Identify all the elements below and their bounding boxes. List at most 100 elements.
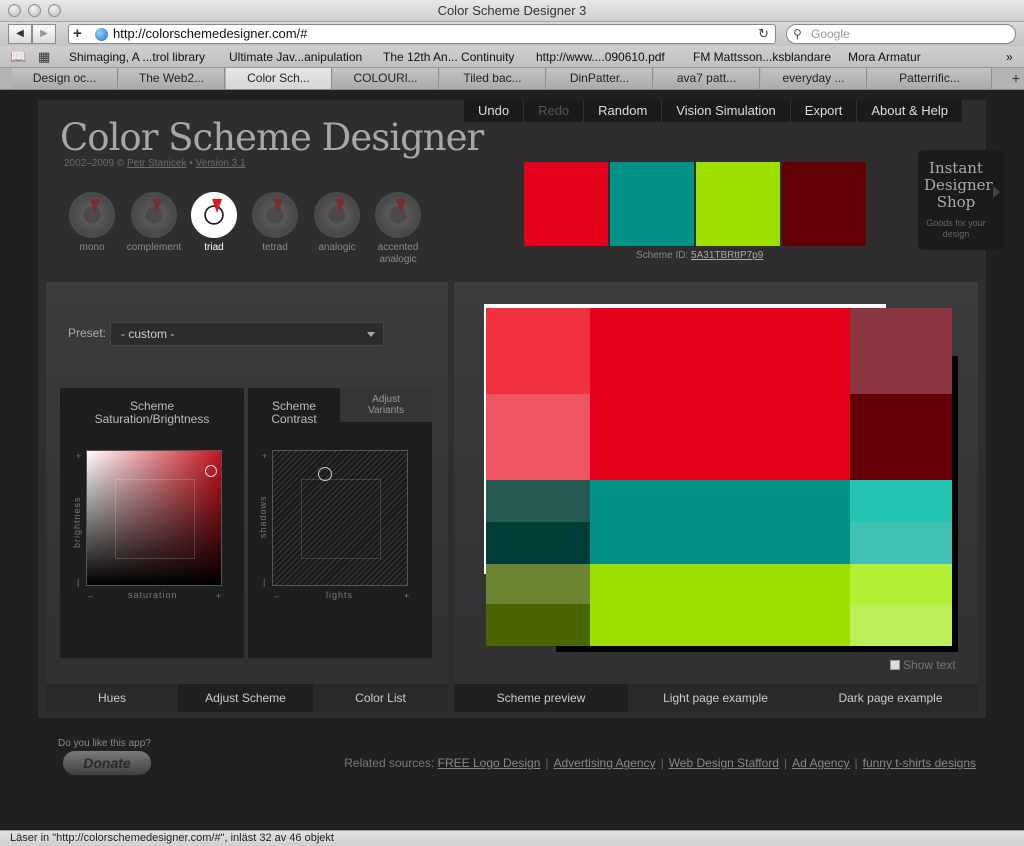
preview-cell[interactable] <box>850 308 952 394</box>
donate-button[interactable]: Donate <box>62 750 152 776</box>
preview-cell[interactable] <box>590 308 850 480</box>
scheme-swatch[interactable] <box>610 162 694 246</box>
saturation-brightness-field[interactable] <box>86 450 222 586</box>
tab-scheme-contrast[interactable]: Scheme Contrast <box>248 388 340 426</box>
dial-accented-analogic[interactable]: accented analogic <box>365 192 431 266</box>
search-icon: ⚲ <box>793 27 802 41</box>
browser-tab[interactable]: COLOURl... <box>333 68 439 89</box>
new-tab-icon[interactable]: + <box>1012 68 1020 89</box>
preview-cell[interactable] <box>850 480 952 522</box>
bookmark-item[interactable]: Mora Armatur <box>848 46 921 68</box>
related-label: Related sources: <box>344 756 435 770</box>
preview-cell[interactable] <box>486 394 590 480</box>
preset-label: Preset: <box>68 326 107 340</box>
browser-tab[interactable]: DinPatter... <box>547 68 653 89</box>
author-link[interactable]: Petr Stanicek <box>127 158 186 169</box>
minimize-window-button[interactable] <box>28 4 41 17</box>
search-field[interactable]: ⚲ Google <box>786 24 1016 44</box>
related-link[interactable]: Web Design Stafford <box>669 756 779 770</box>
tab-adjust-variants[interactable]: Adjust Variants <box>340 388 432 422</box>
browser-tabs: Design oc... The Web2... Color Sch... CO… <box>0 68 1024 90</box>
dial-triad[interactable]: triad <box>181 192 247 254</box>
version-link[interactable]: Version 3.1 <box>196 158 246 169</box>
default-range-box <box>115 479 195 559</box>
preview-cell[interactable] <box>850 564 952 604</box>
dial-complement[interactable]: complement <box>121 192 187 254</box>
preview-cell[interactable] <box>850 394 952 480</box>
related-link[interactable]: funny t-shirts designs <box>863 756 976 770</box>
tab-adjust-scheme[interactable]: Adjust Scheme <box>178 684 313 712</box>
scheme-swatch[interactable] <box>696 162 780 246</box>
address-bar[interactable]: + http://colorschemedesigner.com/# ↻ <box>68 24 776 44</box>
browser-tab-active[interactable]: Color Sch... <box>226 68 332 89</box>
preview-cell[interactable] <box>486 564 590 604</box>
bookmark-item[interactable]: Shimaging, A ...trol library <box>69 46 205 68</box>
show-text-label: Show text <box>903 658 956 672</box>
instant-designer-shop[interactable]: Instant Designer Shop Goods for your des… <box>918 150 1004 250</box>
bookmarks-overflow-icon[interactable]: » <box>1006 46 1013 68</box>
zoom-window-button[interactable] <box>48 4 61 17</box>
preview-cell[interactable] <box>590 564 850 646</box>
search-placeholder[interactable]: Google <box>811 25 850 43</box>
redo-button[interactable]: Redo <box>524 100 585 122</box>
dial-tetrad[interactable]: tetrad <box>242 192 308 254</box>
app-title: Color Scheme Designer <box>60 116 484 159</box>
contrast-field[interactable] <box>272 450 408 586</box>
tick-minus: | <box>263 577 266 587</box>
preview-cell[interactable] <box>486 308 590 394</box>
bookmark-item[interactable]: FM Mattsson...ksblandare <box>693 46 831 68</box>
forward-arrow-icon: ▶ <box>40 28 48 39</box>
reload-icon[interactable]: ↻ <box>758 25 769 43</box>
browser-tab[interactable]: Design oc... <box>12 68 118 89</box>
bookmark-item[interactable]: Ultimate Jav...anipulation <box>229 46 362 68</box>
browser-toolbar: ◀ ▶ + http://colorschemedesigner.com/# ↻… <box>0 22 1024 46</box>
scheme-swatch[interactable] <box>524 162 608 246</box>
tab-scheme-preview[interactable]: Scheme preview <box>454 684 628 712</box>
bookmark-item[interactable]: http://www....090610.pdf <box>536 46 665 68</box>
preview-cell[interactable] <box>486 604 590 646</box>
show-text-toggle[interactable]: Show text <box>890 658 956 672</box>
tick-minus: | <box>77 577 80 587</box>
tab-dark-page-example[interactable]: Dark page example <box>803 684 978 712</box>
preview-cell[interactable] <box>486 480 590 522</box>
related-link[interactable]: Ad Agency <box>792 756 849 770</box>
dial-analogic[interactable]: analogic <box>304 192 370 254</box>
back-button[interactable]: ◀ <box>8 24 32 44</box>
contrast-handle[interactable] <box>318 467 332 481</box>
preview-cell[interactable] <box>850 604 952 646</box>
browser-tab[interactable]: ava7 patt... <box>654 68 760 89</box>
add-bookmark-icon[interactable]: + <box>73 25 82 43</box>
saturation-brightness-title: Scheme Saturation/Brightness <box>94 399 210 426</box>
color-wheel-icon <box>314 192 360 238</box>
grid-icon[interactable]: ▦ <box>38 49 50 65</box>
close-window-button[interactable] <box>8 4 21 17</box>
related-link[interactable]: FREE Logo Design <box>438 756 541 770</box>
default-range-box <box>301 479 381 559</box>
related-link[interactable]: Advertising Agency <box>554 756 656 770</box>
tab-color-list[interactable]: Color List <box>313 684 448 712</box>
saturation-brightness-handle[interactable] <box>205 465 217 477</box>
preview-cell[interactable] <box>850 522 952 564</box>
export-button[interactable]: Export <box>791 100 858 122</box>
scheme-id-link[interactable]: 5A31TBRttP7p9 <box>691 250 763 261</box>
forward-button[interactable]: ▶ <box>32 24 56 44</box>
scheme-swatch[interactable] <box>782 162 866 246</box>
preview-cell[interactable] <box>486 522 590 564</box>
url-text[interactable]: http://colorschemedesigner.com/# <box>113 25 307 43</box>
browser-tab[interactable]: Tiled bac... <box>440 68 546 89</box>
browser-tab[interactable]: Patterrific... <box>868 68 992 89</box>
vision-simulation-button[interactable]: Vision Simulation <box>662 100 791 122</box>
bookmark-item[interactable]: The 12th An... Continuity <box>383 46 514 68</box>
random-button[interactable]: Random <box>584 100 663 122</box>
preview-cell[interactable] <box>590 480 850 564</box>
browser-tab[interactable]: everyday ... <box>761 68 867 89</box>
tab-light-page-example[interactable]: Light page example <box>628 684 803 712</box>
reading-list-icon[interactable]: 📖 <box>10 49 26 65</box>
page-content: Undo Redo Random Vision Simulation Expor… <box>0 90 1024 830</box>
tab-hues[interactable]: Hues <box>46 684 178 712</box>
dial-mono[interactable]: mono <box>59 192 125 254</box>
preset-select[interactable]: - custom - <box>110 322 384 346</box>
show-text-checkbox[interactable] <box>890 660 900 670</box>
about-help-button[interactable]: About & Help <box>857 100 963 122</box>
browser-tab[interactable]: The Web2... <box>119 68 225 89</box>
